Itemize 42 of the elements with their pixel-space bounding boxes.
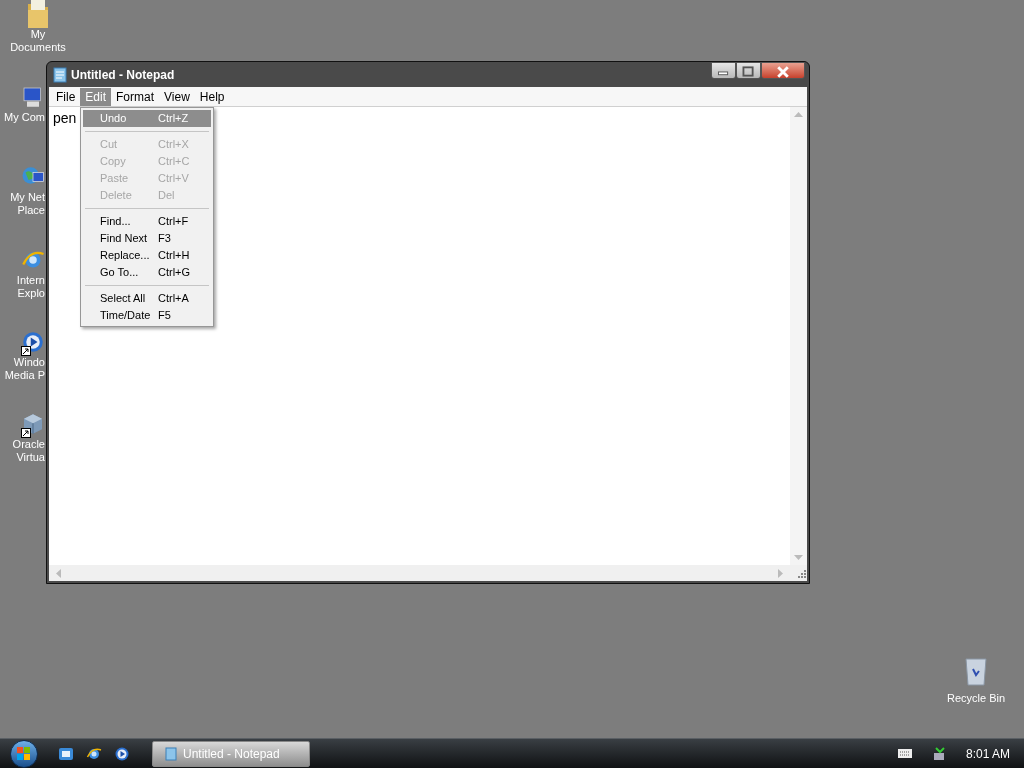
icon-label: Place xyxy=(17,204,45,217)
keyboard-icon[interactable] xyxy=(897,749,912,758)
close-icon xyxy=(776,65,790,79)
trash-can-icon[interactable] xyxy=(964,655,988,687)
clock[interactable]: 8:01 AM xyxy=(965,744,1010,763)
icon-label: My Net xyxy=(10,191,45,204)
icon-label: My Com xyxy=(4,111,45,124)
icon-label: Media P xyxy=(4,369,45,382)
document-text[interactable]: pen xyxy=(53,108,77,129)
menu-item[interactable]: Format xyxy=(111,87,160,106)
icon-label: Windo xyxy=(13,356,45,369)
start-button[interactable] xyxy=(10,739,38,768)
folder-icon[interactable] xyxy=(26,0,50,28)
menu-item[interactable]: Select All Ctrl+A xyxy=(83,290,211,307)
icon-label: Virtua xyxy=(16,451,45,464)
icon-label: Explo xyxy=(17,287,45,300)
icon-label: Intern xyxy=(16,274,45,287)
menu-item[interactable]: File xyxy=(51,87,81,106)
network-icon[interactable] xyxy=(931,746,946,761)
maximize-icon xyxy=(742,66,754,77)
notepad-icon xyxy=(165,746,177,761)
window-title: Untitled - Notepad xyxy=(71,66,175,84)
windows-logo-icon xyxy=(17,746,31,761)
minimize-icon xyxy=(718,71,729,76)
desktop-icon[interactable] xyxy=(58,745,74,762)
notepad-icon xyxy=(53,66,67,83)
minimize-button[interactable] xyxy=(711,62,736,79)
menu-item[interactable]: Find Next F3 xyxy=(83,230,211,247)
icon-label: My xyxy=(30,28,46,41)
menu-item[interactable]: Time/Date F5 xyxy=(83,307,211,324)
close-button[interactable] xyxy=(761,62,805,79)
menu-item[interactable]: Replace... Ctrl+H xyxy=(83,247,211,264)
icon-label: Documents xyxy=(10,41,66,54)
icon-label: Oracle xyxy=(12,438,45,451)
maximize-button[interactable] xyxy=(736,62,761,79)
menu-item[interactable]: Find... Ctrl+F xyxy=(83,213,211,230)
menu-item[interactable]: Help xyxy=(194,87,230,106)
menu-item[interactable]: View xyxy=(159,87,195,106)
size-grip-icon[interactable] xyxy=(790,565,807,581)
icon-label: Recycle Bin xyxy=(946,691,1006,706)
play-icon[interactable] xyxy=(114,745,130,762)
menu-item[interactable]: Go To... Ctrl+G xyxy=(83,264,211,281)
